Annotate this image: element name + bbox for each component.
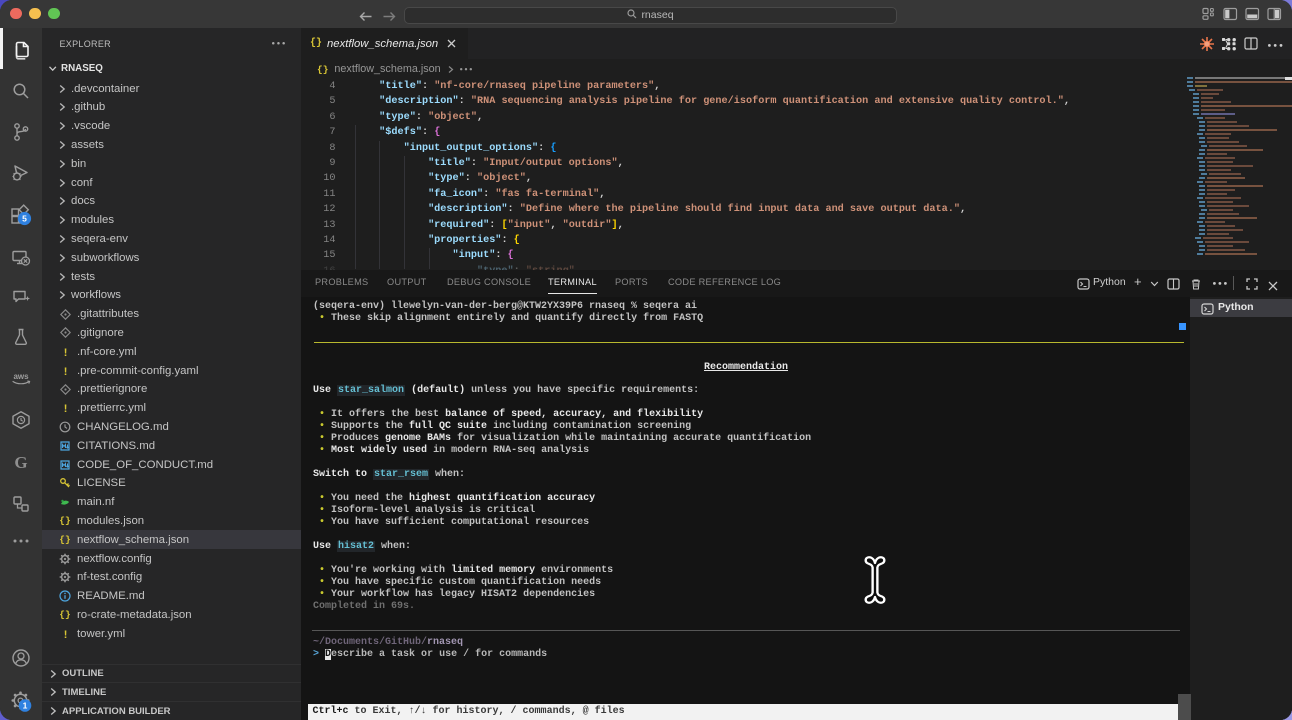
- svg-text:!: !: [62, 404, 69, 414]
- svg-text:G: G: [14, 453, 27, 472]
- svg-text:5: 5: [22, 214, 27, 224]
- svg-text:aws: aws: [13, 372, 29, 381]
- svg-text:!: !: [62, 630, 69, 640]
- svg-text:!: !: [62, 367, 69, 377]
- svg-text:1: 1: [23, 701, 28, 711]
- svg-text:!: !: [62, 348, 69, 358]
